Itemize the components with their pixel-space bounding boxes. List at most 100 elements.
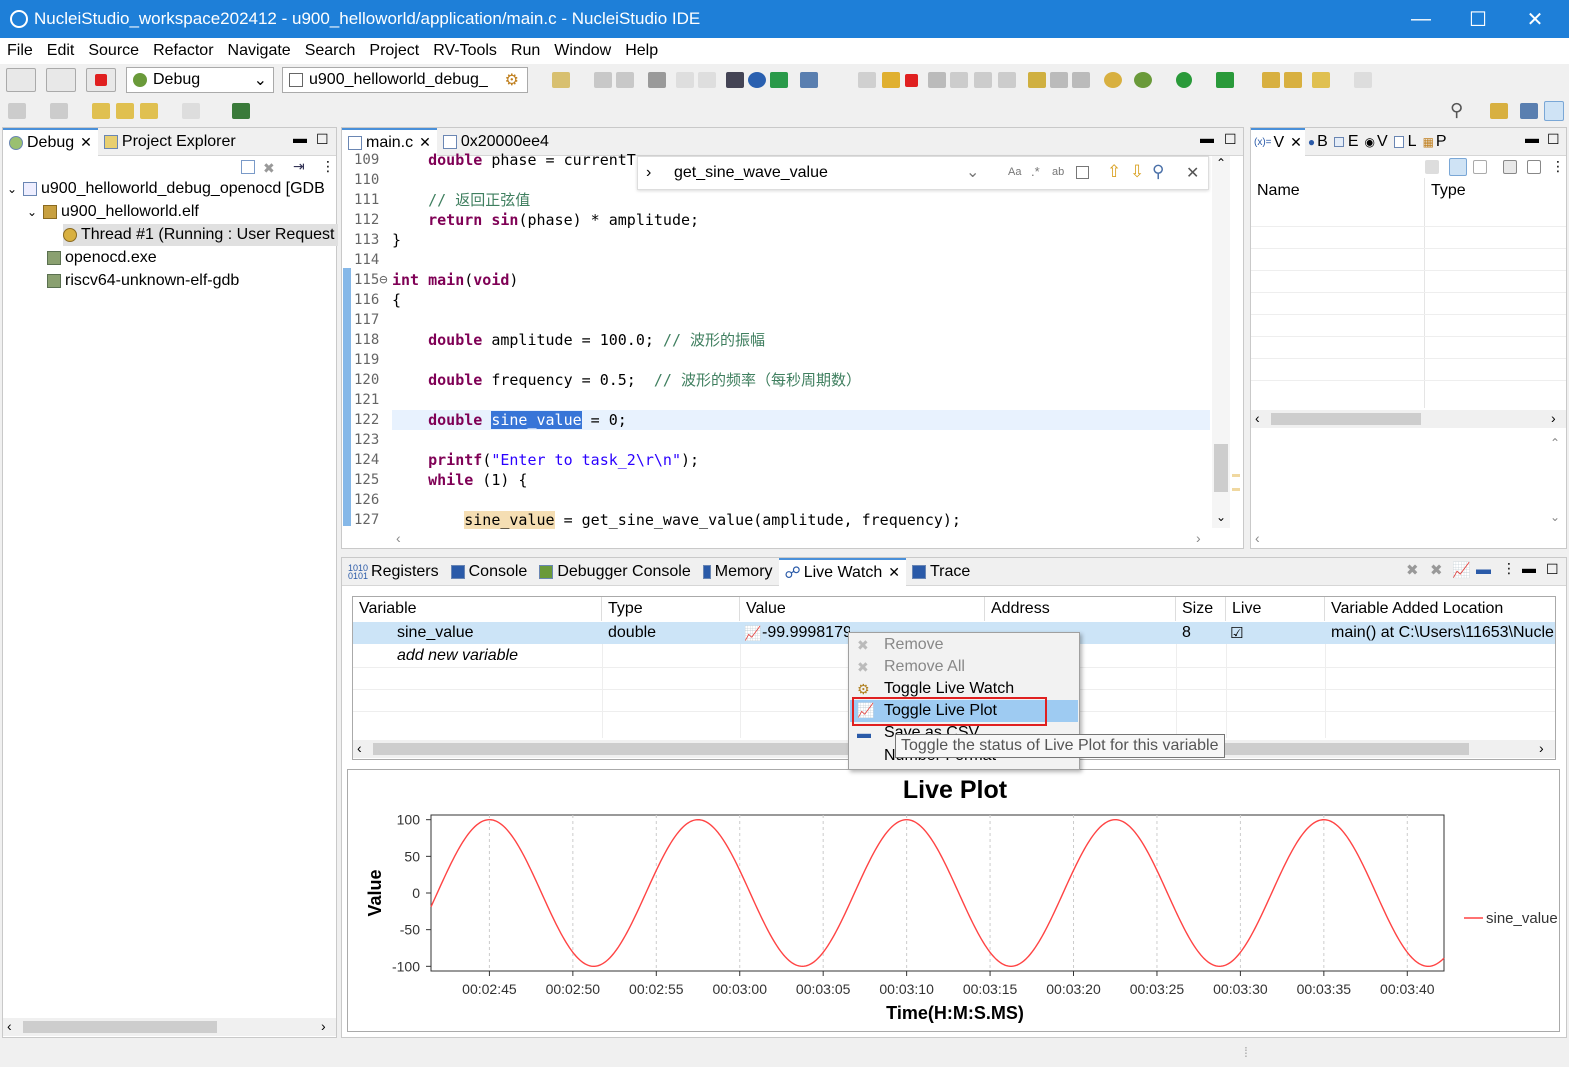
remove-terminated-icon[interactable]: ✖ [263,160,275,177]
scroll-down-icon[interactable]: ⌄ [1216,510,1226,524]
close-icon[interactable]: ✕ [888,564,900,581]
step-mode-icon[interactable]: ⇥ [293,158,305,175]
maximize-view-icon[interactable]: ☐ [1224,131,1237,148]
list-alt-icon[interactable] [1072,72,1090,88]
download-icon[interactable] [726,72,744,88]
debug-bug-icon[interactable] [46,68,76,92]
menu-file[interactable]: File [0,42,40,60]
add-new-variable[interactable]: add new variable [397,645,518,667]
scrollbar-thumb[interactable] [1214,444,1228,492]
scroll-left-icon[interactable]: ‹ [7,1018,12,1034]
undo-icon[interactable] [676,72,694,88]
collapse-all-icon[interactable] [1473,160,1487,174]
maximize-view-icon[interactable]: ☐ [1546,561,1559,578]
tab-console[interactable]: Console [445,558,534,586]
tab-expressions[interactable]: E [1331,128,1362,156]
open-type-icon[interactable] [1284,72,1302,88]
menu-edit[interactable]: Edit [40,42,82,60]
menu-item-remove-all[interactable]: Remove All [849,656,1079,678]
pin-icon[interactable] [232,103,250,119]
redo-icon[interactable] [698,72,716,88]
menu-rv-tools[interactable]: RV-Tools [426,42,504,60]
column-name[interactable]: Name [1257,182,1300,200]
show-logical-icon[interactable] [1449,158,1467,176]
whole-word-icon[interactable]: ab [1052,166,1064,178]
variables-detail-hscrollbar[interactable]: ‹ [1251,530,1549,548]
pin-icon[interactable] [1503,160,1517,174]
column-size[interactable]: Size [1176,597,1226,621]
remove-icon[interactable]: ✖ [1406,561,1419,579]
tab-project-explorer[interactable]: Project Explorer [98,128,242,156]
view-menu-icon[interactable]: ⋮ [1502,560,1516,577]
scroll-right-icon[interactable]: › [1551,410,1556,426]
debug-run-icon[interactable] [1134,72,1152,88]
tab-trace[interactable]: Trace [906,558,976,586]
scroll-left-icon[interactable]: ‹ [1255,530,1260,546]
column-live[interactable]: Live [1226,597,1325,621]
disconnect-icon[interactable] [928,72,946,88]
tab-memory[interactable]: Memory [697,558,779,586]
menu-run[interactable]: Run [504,42,547,60]
step-over-icon[interactable] [974,72,992,88]
tab-variables[interactable]: (x)= V ✕ [1251,127,1305,156]
terminate-icon[interactable] [905,74,918,87]
tab-debug[interactable]: Debug ✕ [3,127,98,156]
forward-icon[interactable] [182,103,200,119]
scroll-down-icon[interactable]: ⌄ [1550,510,1560,524]
column-value[interactable]: Value [740,597,985,621]
close-icon[interactable]: ✕ [1290,134,1302,151]
save-csv-icon[interactable]: ▬ [1476,561,1491,578]
list-icon[interactable] [1050,72,1068,88]
editor-vscrollbar[interactable]: ⌃ ⌄ [1212,156,1230,528]
scroll-right-icon[interactable]: › [1539,740,1544,756]
expand-icon[interactable]: ⌄ [7,182,23,196]
scroll-up-icon[interactable]: ⌃ [1550,436,1560,450]
open-perspective-icon[interactable] [1490,103,1508,119]
monitor-icon[interactable] [800,72,818,88]
open-folder-icon[interactable] [1262,72,1280,88]
minimize-view-icon[interactable]: ▬ [1525,130,1539,146]
tab-registers[interactable]: 1010 0101 Registers [342,558,445,586]
in-selection-icon[interactable] [1076,166,1089,179]
search-icon[interactable]: ⚲ [1450,100,1463,121]
maximize-button[interactable]: ☐ [1455,0,1501,38]
scroll-up-icon[interactable]: ⌃ [1216,156,1226,170]
close-icon[interactable]: ✕ [80,134,92,151]
tree-item-gdb[interactable]: riscv64-unknown-elf-gdb [47,270,239,292]
menu-navigate[interactable]: Navigate [221,42,298,60]
last-edit-icon[interactable] [92,103,110,119]
tab-l[interactable]: L [1391,128,1420,156]
run-icon[interactable] [1176,72,1192,88]
build-icon[interactable] [6,68,36,92]
close-icon[interactable]: ✕ [419,134,431,151]
live-plot-icon[interactable]: 📈 [1452,561,1471,579]
tree-item-launch[interactable]: ⌄ u900_helloworld_debug_openocd [GDB [7,178,325,200]
menu-item-remove[interactable]: Remove [849,634,1079,656]
scrollbar-thumb[interactable] [23,1021,217,1033]
case-sensitive-icon[interactable]: Aa [1008,166,1021,178]
show-type-icon[interactable] [1425,160,1439,174]
view-menu-icon[interactable]: ⋮ [1551,158,1565,175]
debug-perspective-icon[interactable] [1544,101,1564,121]
minimize-view-icon[interactable]: ▬ [293,130,307,146]
resume-icon[interactable] [858,72,876,88]
arrow-up-icon[interactable]: ⇧ [1107,162,1121,182]
suspend-icon[interactable] [882,72,900,88]
scroll-left-icon[interactable]: ‹ [357,740,362,756]
back-icon[interactable] [140,103,158,119]
editor-hscrollbar[interactable]: ‹ › [392,530,1210,548]
external-tools-icon[interactable] [1216,72,1234,88]
next-annotation-icon[interactable] [8,103,26,119]
tree-item-openocd[interactable]: openocd.exe [47,247,157,269]
chevron-down-icon[interactable]: ⌄ [966,162,979,182]
tree-item-thread[interactable]: Thread #1 (Running : User Request [63,224,338,246]
column-variable[interactable]: Variable [353,597,602,621]
save-icon[interactable] [594,72,612,88]
debug-view-scrollbar[interactable]: ‹ › [3,1018,336,1036]
launch-mode-combo[interactable]: Debug ⌄ [126,67,274,93]
arrow-down-icon[interactable]: ⇩ [1130,162,1144,182]
expand-icon[interactable]: ⌄ [27,205,43,219]
layout-icon[interactable] [1527,160,1541,174]
menu-window[interactable]: Window [547,42,618,60]
tree-item-elf[interactable]: ⌄ u900_helloworld.elf [27,201,199,223]
